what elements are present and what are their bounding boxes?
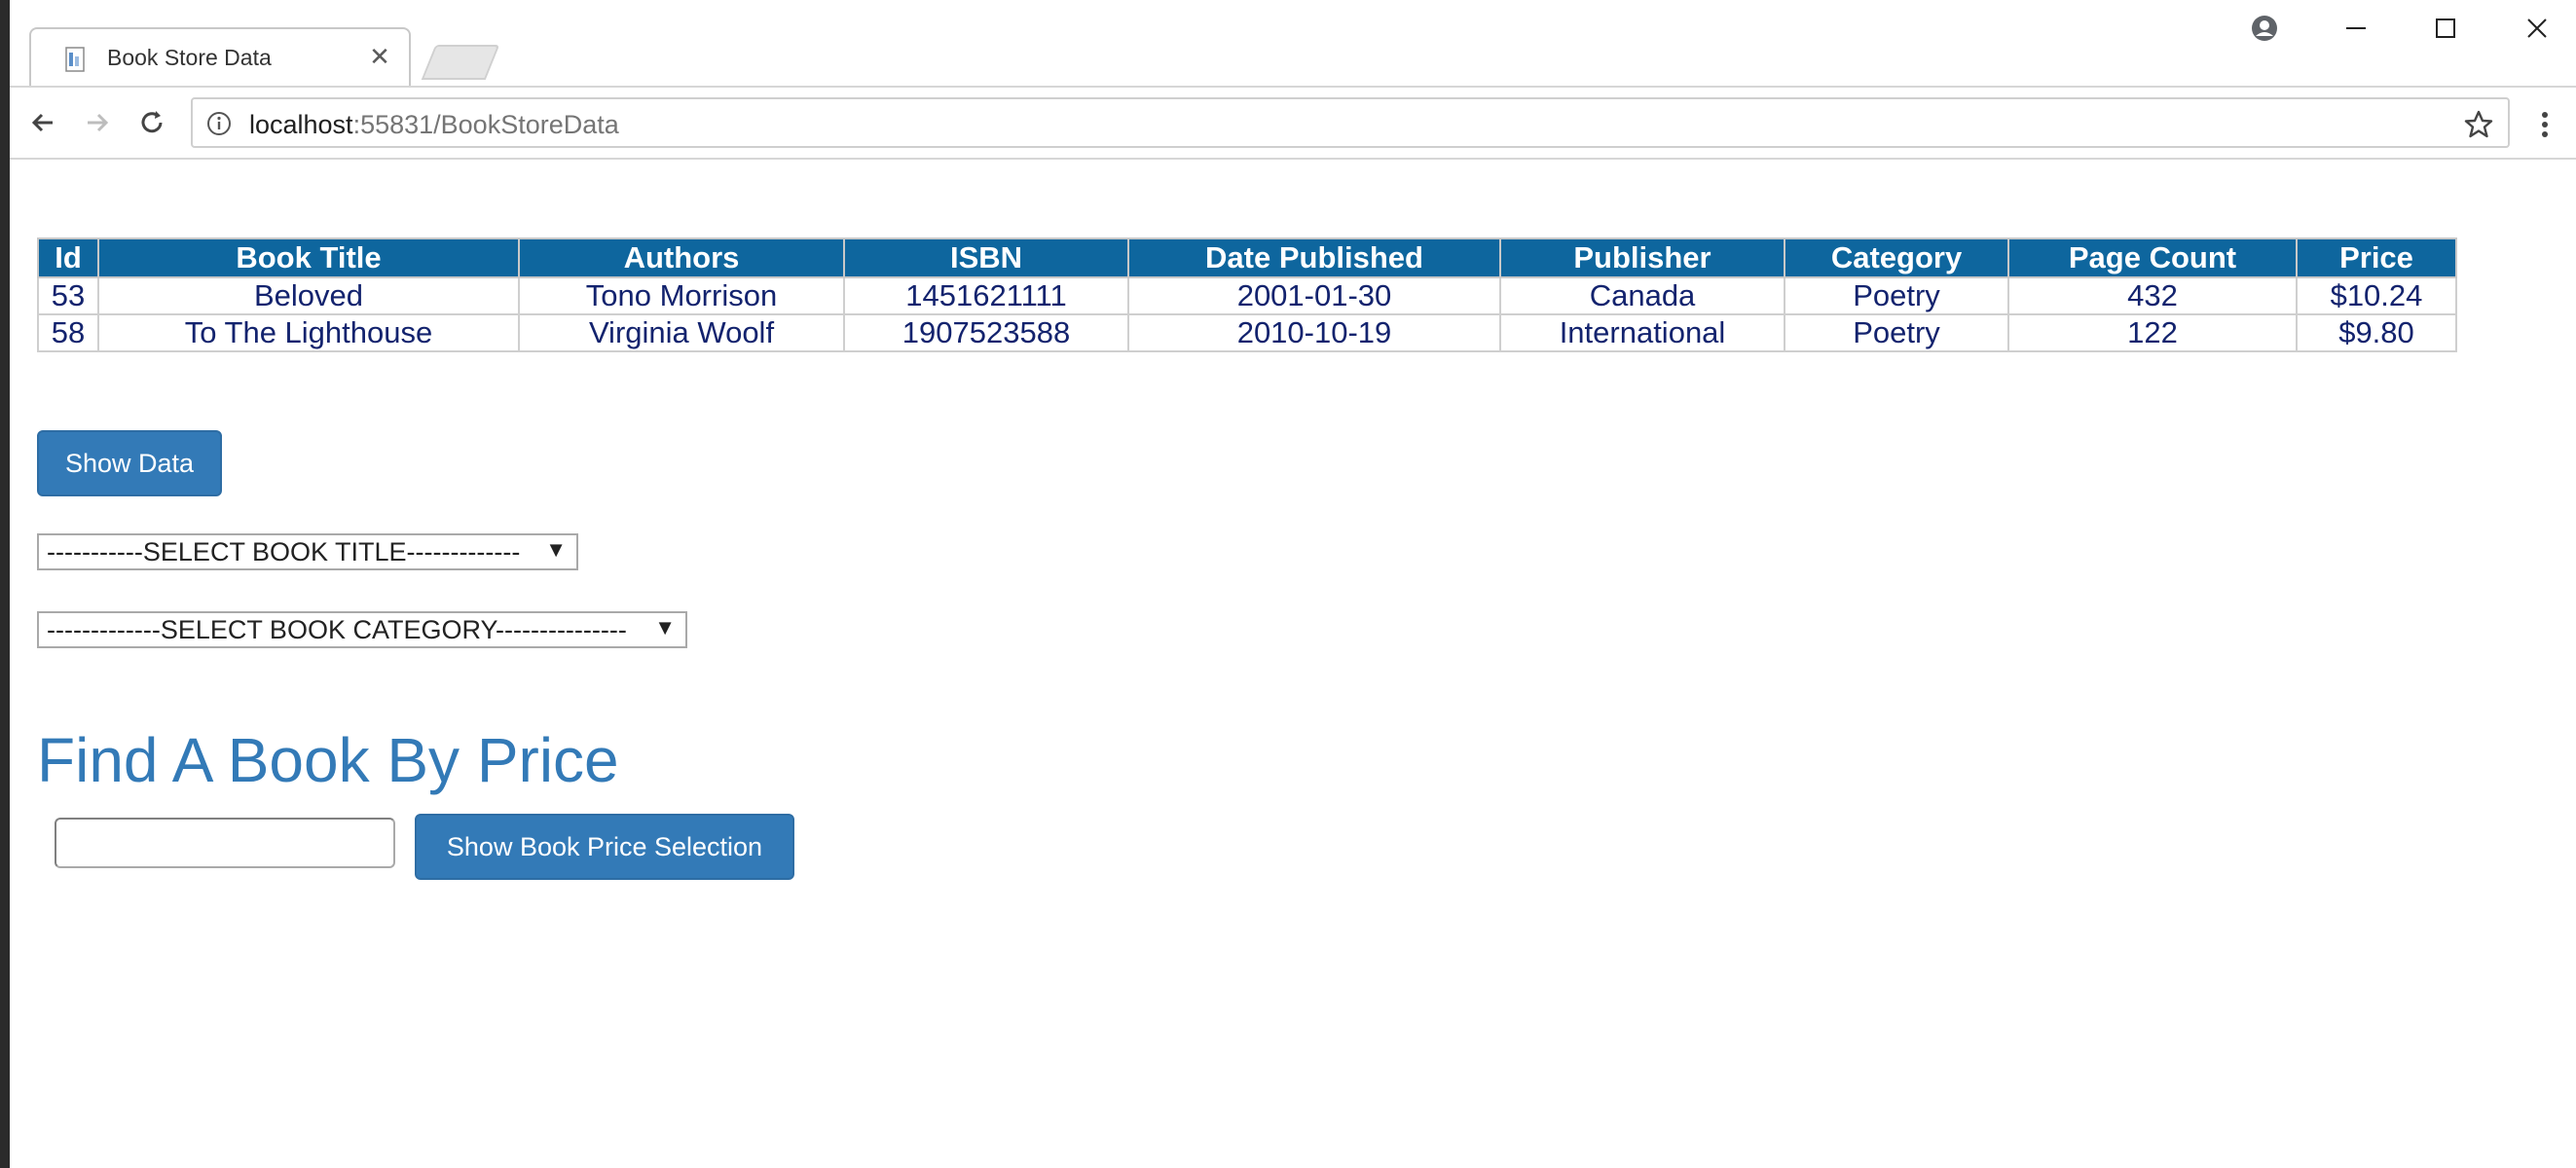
table-row: 53 Beloved Tono Morrison 1451621111 2001… bbox=[37, 276, 2457, 315]
books-table: Id Book Title Authors ISBN Date Publishe… bbox=[37, 237, 2457, 352]
cell-category: Poetry bbox=[1784, 313, 2009, 352]
header-id: Id bbox=[37, 237, 99, 278]
cell-book-title: Beloved bbox=[97, 276, 520, 315]
cell-publisher: International bbox=[1499, 313, 1785, 352]
header-publisher: Publisher bbox=[1499, 237, 1785, 278]
info-icon[interactable] bbox=[206, 111, 232, 136]
header-authors: Authors bbox=[518, 237, 845, 278]
cell-isbn: 1451621111 bbox=[843, 276, 1129, 315]
book-title-select-value: -----------SELECT BOOK TITLE------------… bbox=[47, 536, 521, 566]
browser-window: Book Store Data ✕ localhost:55831/BookSt… bbox=[0, 0, 2576, 1168]
cell-page-count: 432 bbox=[2007, 276, 2298, 315]
cell-id: 58 bbox=[37, 313, 99, 352]
show-data-button[interactable]: Show Data bbox=[37, 430, 222, 496]
back-arrow-icon[interactable] bbox=[19, 99, 66, 146]
desktop-edge bbox=[0, 0, 10, 1168]
minimize-icon[interactable] bbox=[2317, 4, 2395, 53]
new-tab-button[interactable] bbox=[421, 45, 500, 80]
tab-book-store-data[interactable]: Book Store Data ✕ bbox=[29, 27, 411, 88]
menu-kebab-icon[interactable] bbox=[2525, 101, 2564, 148]
cell-isbn: 1907523588 bbox=[843, 313, 1129, 352]
page-icon bbox=[65, 47, 85, 72]
header-book-title: Book Title bbox=[97, 237, 520, 278]
cell-book-title: To The Lighthouse bbox=[97, 313, 520, 352]
reload-icon[interactable] bbox=[129, 99, 175, 146]
header-date-published: Date Published bbox=[1127, 237, 1501, 278]
browser-toolbar: localhost:55831/BookStoreData bbox=[10, 86, 2576, 160]
book-title-select[interactable]: -----------SELECT BOOK TITLE------------… bbox=[37, 533, 578, 570]
profile-icon[interactable] bbox=[2226, 4, 2303, 53]
title-bar: Book Store Data ✕ bbox=[10, 0, 2576, 88]
cell-date-published: 2001-01-30 bbox=[1127, 276, 1501, 315]
cell-date-published: 2010-10-19 bbox=[1127, 313, 1501, 352]
header-category: Category bbox=[1784, 237, 2009, 278]
find-by-price-heading: Find A Book By Price bbox=[37, 725, 619, 795]
forward-arrow-icon[interactable] bbox=[74, 99, 121, 146]
book-category-select[interactable]: -------------SELECT BOOK CATEGORY-------… bbox=[37, 611, 687, 648]
cell-category: Poetry bbox=[1784, 276, 2009, 315]
table-row: 58 To The Lighthouse Virginia Woolf 1907… bbox=[37, 313, 2457, 352]
bookmark-star-icon[interactable] bbox=[2463, 109, 2494, 140]
price-input[interactable] bbox=[55, 818, 395, 868]
address-bar[interactable]: localhost:55831/BookStoreData bbox=[191, 97, 2510, 148]
cell-authors: Virginia Woolf bbox=[518, 313, 845, 352]
header-page-count: Page Count bbox=[2007, 237, 2298, 278]
cell-authors: Tono Morrison bbox=[518, 276, 845, 315]
close-window-icon[interactable] bbox=[2498, 4, 2576, 53]
page-content: Id Book Title Authors ISBN Date Publishe… bbox=[10, 160, 2576, 1168]
cell-id: 53 bbox=[37, 276, 99, 315]
tab-title: Book Store Data bbox=[107, 45, 272, 70]
table-header-row: Id Book Title Authors ISBN Date Publishe… bbox=[37, 237, 2457, 278]
dropdown-arrow-icon: ▼ bbox=[654, 615, 676, 639]
header-price: Price bbox=[2296, 237, 2457, 278]
cell-publisher: Canada bbox=[1499, 276, 1785, 315]
close-tab-icon[interactable]: ✕ bbox=[366, 42, 393, 71]
url-text: localhost:55831/BookStoreData bbox=[249, 110, 619, 139]
book-category-select-value: -------------SELECT BOOK CATEGORY-------… bbox=[47, 614, 627, 644]
cell-price: $10.24 bbox=[2296, 276, 2457, 315]
maximize-icon[interactable] bbox=[2407, 4, 2484, 53]
cell-price: $9.80 bbox=[2296, 313, 2457, 352]
show-book-price-selection-button[interactable]: Show Book Price Selection bbox=[415, 814, 794, 880]
header-isbn: ISBN bbox=[843, 237, 1129, 278]
cell-page-count: 122 bbox=[2007, 313, 2298, 352]
dropdown-arrow-icon: ▼ bbox=[545, 537, 567, 562]
